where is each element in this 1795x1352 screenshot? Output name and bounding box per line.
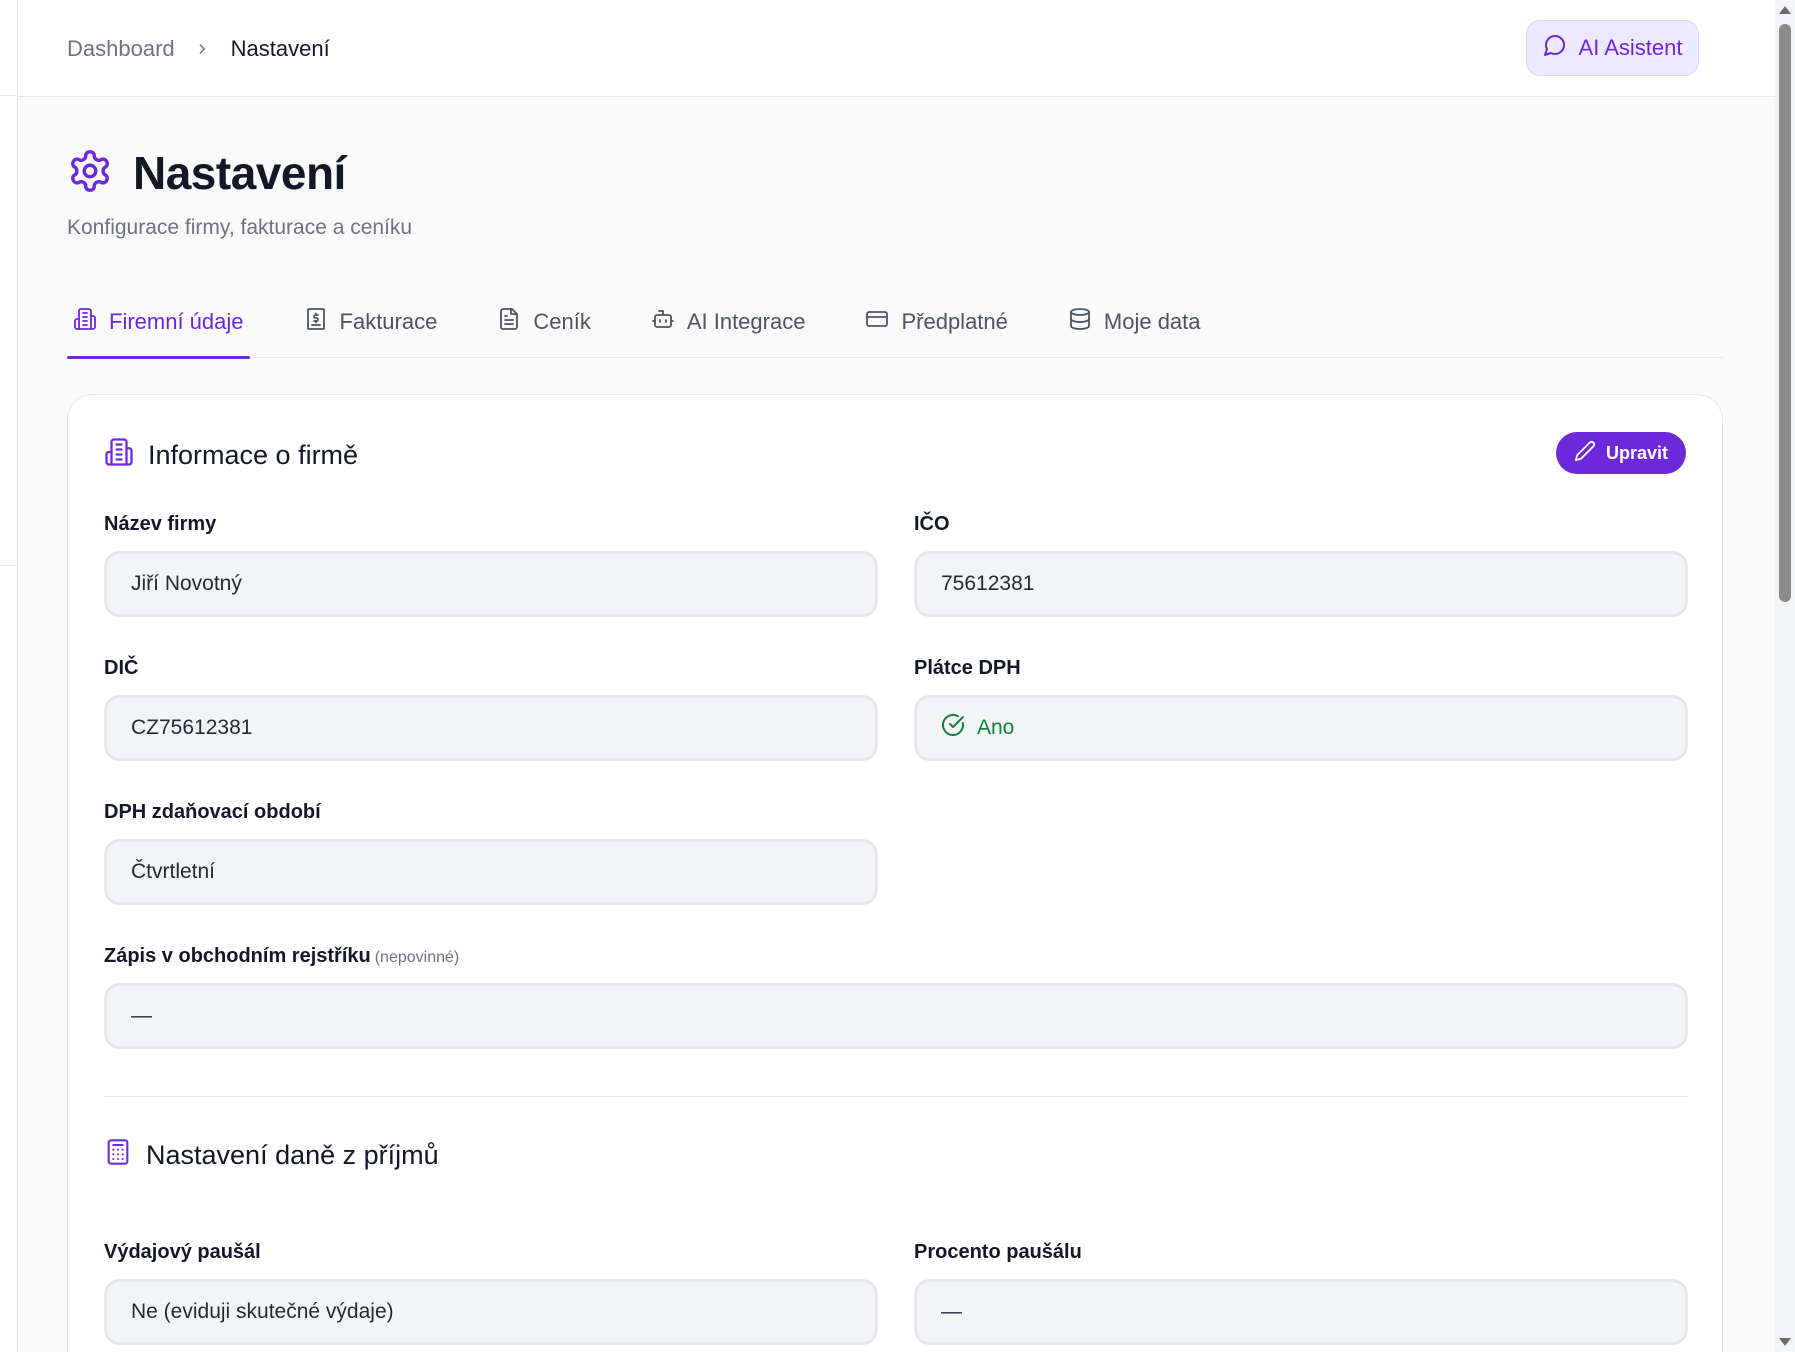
sidebar-edge: [0, 0, 18, 1352]
vat-period-label: DPH zdaňovací období: [104, 801, 321, 823]
flat-percent-label: Procento paušálu: [914, 1241, 1082, 1263]
section-title-company: Informace o firmě: [104, 437, 358, 474]
calculator-icon: [104, 1138, 132, 1173]
breadcrumb-current: Nastavení: [230, 36, 330, 61]
pencil-icon: [1574, 440, 1596, 467]
dic-field: CZ75612381: [104, 695, 878, 761]
registry-value: —: [131, 1004, 152, 1027]
breadcrumb-dashboard-link[interactable]: Dashboard: [67, 36, 175, 62]
sidebar-divider: [0, 95, 18, 96]
bot-icon: [651, 307, 675, 337]
settings-tabs: Firemní údaje Fakturace Ceník AI Integra…: [67, 286, 1723, 359]
credit-card-icon: [865, 307, 889, 337]
building-icon: [104, 437, 134, 474]
tab-label: Firemní údaje: [109, 309, 244, 334]
tab-label: Fakturace: [339, 309, 438, 334]
breadcrumb: Dashboard Nastavení: [67, 36, 330, 62]
tab-firemni-udaje[interactable]: Firemní údaje: [67, 286, 250, 359]
tab-predplatne[interactable]: Předplatné: [859, 286, 1013, 358]
ai-assistant-button[interactable]: AI Asistent: [1526, 20, 1699, 76]
chat-bubble-icon: [1543, 33, 1567, 63]
vat-period-field: Čtvrtletní: [104, 839, 878, 905]
flat-rate-field: Ne (eviduji skutečné výdaje): [104, 1279, 878, 1345]
vat-payer-label: Plátce DPH: [914, 657, 1021, 679]
tab-ai-integrace[interactable]: AI Integrace: [645, 286, 812, 358]
flat-rate-label: Výdajový paušál: [104, 1241, 261, 1263]
sidebar-divider: [0, 565, 18, 566]
tab-moje-data[interactable]: Moje data: [1062, 286, 1207, 358]
document-icon: [497, 307, 521, 337]
scroll-down-icon[interactable]: [1779, 1338, 1791, 1346]
section-title-text: Nastavení daně z příjmů: [146, 1140, 439, 1170]
page-title: Nastavení: [133, 147, 346, 199]
vat-payer-field: Ano: [914, 695, 1688, 761]
ai-assistant-label: AI Asistent: [1578, 35, 1683, 60]
flat-rate-value: Ne (eviduji skutečné výdaje): [131, 1300, 394, 1323]
tab-label: AI Integrace: [686, 309, 806, 334]
scrollbar-thumb[interactable]: [1779, 24, 1791, 602]
registry-label-text: Zápis v obchodním rejstříku: [104, 945, 371, 967]
company-name-value: Jiří Novotný: [131, 572, 242, 595]
building-icon: [73, 307, 97, 337]
scrollbar[interactable]: [1775, 0, 1795, 1352]
invoice-icon: [304, 307, 328, 337]
scroll-up-icon[interactable]: [1779, 6, 1791, 14]
ico-value: 75612381: [941, 572, 1035, 595]
flat-percent-field: —: [914, 1279, 1688, 1345]
section-divider: [104, 1096, 1688, 1097]
ico-label: IČO: [914, 513, 950, 535]
registry-label: Zápis v obchodním rejstříku (nepovinné): [104, 945, 459, 968]
vat-period-value: Čtvrtletní: [131, 860, 216, 883]
dic-value: CZ75612381: [131, 716, 253, 739]
dic-label: DIČ: [104, 657, 139, 679]
edit-button[interactable]: Upravit: [1556, 432, 1686, 474]
top-bar: Dashboard Nastavení AI Asistent: [18, 0, 1775, 97]
chevron-right-icon: [195, 42, 209, 56]
company-info-card: Informace o firmě Upravit Název firmy Ji…: [67, 394, 1723, 1352]
gear-icon: [67, 148, 113, 199]
tab-label: Předplatné: [901, 309, 1008, 334]
optional-hint: (nepovinné): [374, 949, 460, 966]
check-circle-icon: [941, 713, 965, 743]
section-title-text: Informace o firmě: [148, 440, 359, 470]
company-name-label: Název firmy: [104, 513, 217, 535]
database-icon: [1068, 307, 1092, 337]
page-header: Nastavení: [67, 146, 346, 200]
tab-label: Ceník: [533, 309, 591, 334]
tab-label: Moje data: [1103, 309, 1201, 334]
flat-percent-value: —: [941, 1300, 962, 1323]
tab-fakturace[interactable]: Fakturace: [298, 286, 444, 358]
ico-field: 75612381: [914, 551, 1688, 617]
company-name-field: Jiří Novotný: [104, 551, 878, 617]
vat-payer-value: Ano: [977, 716, 1015, 739]
tab-cenik[interactable]: Ceník: [491, 286, 596, 358]
section-title-tax: Nastavení daně z příjmů: [104, 1138, 439, 1173]
page-subtitle: Konfigurace firmy, fakturace a ceníku: [67, 216, 413, 239]
registry-field: —: [104, 983, 1688, 1049]
edit-button-label: Upravit: [1605, 442, 1668, 463]
